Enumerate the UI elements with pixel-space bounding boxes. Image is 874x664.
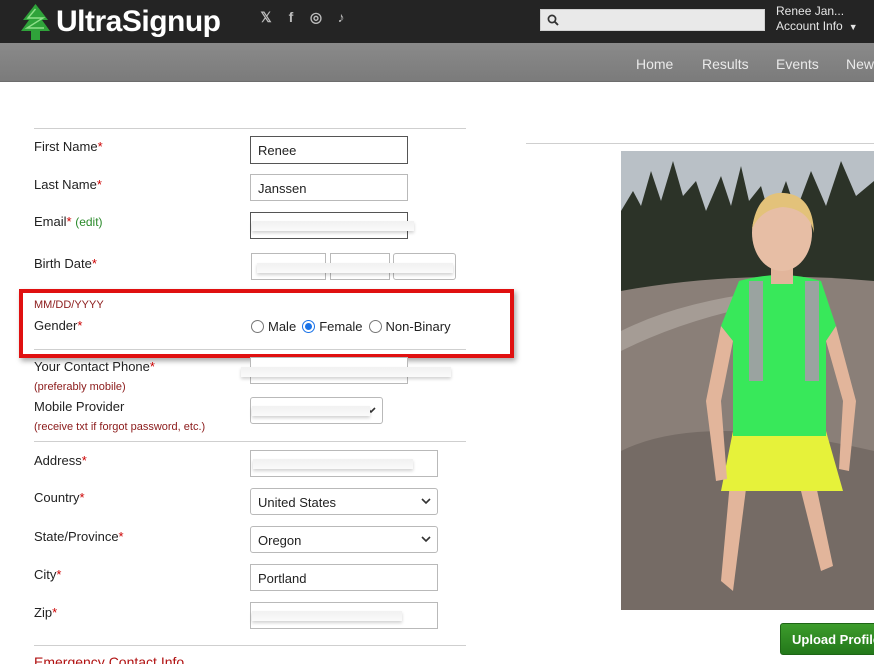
country-value: United States — [258, 495, 337, 510]
divider — [526, 143, 874, 144]
divider — [34, 645, 466, 646]
chevron-down-icon — [421, 498, 431, 505]
instagram-icon[interactable]: ◎ — [308, 9, 324, 26]
mobile-provider-label: Mobile Provider — [34, 399, 125, 414]
contact-phone-hint: (preferably mobile) — [34, 381, 126, 393]
twitter-icon[interactable]: 𝕏 — [258, 9, 274, 26]
redacted-address — [253, 459, 413, 469]
top-header: UltraSignup 𝕏 f ◎ ♪ Renee Jan... Account… — [0, 0, 874, 43]
social-links: 𝕏 f ◎ ♪ — [258, 9, 349, 26]
mobile-provider-hint: (receive txt if forgot password, etc.) — [34, 421, 206, 433]
account-name: Renee Jan... — [776, 4, 845, 18]
account-menu[interactable]: Renee Jan... Account Info ▼ — [776, 4, 858, 35]
city-label: City* — [34, 567, 62, 582]
gender-highlight-box — [19, 289, 514, 358]
first-name-input[interactable]: Renee — [250, 136, 408, 164]
upload-profile-button[interactable]: Upload Profile — [780, 623, 874, 655]
address-label: Address* — [34, 453, 87, 468]
nav-events[interactable]: Events — [776, 56, 819, 72]
state-value: Oregon — [258, 533, 302, 548]
redacted-birth-date — [257, 263, 453, 273]
nav-home[interactable]: Home — [636, 56, 673, 72]
main-nav: Home Results Events New — [0, 43, 874, 82]
profile-photo-image — [621, 151, 874, 610]
search-input[interactable] — [540, 9, 765, 31]
divider — [34, 441, 466, 442]
brand-name: UltraSignup — [56, 5, 221, 38]
last-name-input[interactable]: Janssen — [250, 174, 408, 201]
profile-photo — [621, 151, 874, 610]
redacted-email — [252, 221, 414, 231]
redacted-zip — [252, 611, 402, 621]
country-label: Country* — [34, 490, 85, 505]
account-info-label: Account Info — [776, 19, 843, 33]
ultrasignup-logo[interactable]: UltraSignup — [19, 0, 221, 43]
birth-date-label: Birth Date* — [34, 256, 97, 271]
chevron-down-icon: ▼ — [848, 22, 858, 32]
state-select[interactable]: Oregon — [250, 526, 438, 553]
email-edit-link[interactable]: (edit) — [75, 215, 102, 229]
emergency-contact-heading: Emergency Contact Info — [34, 654, 185, 664]
search-icon — [547, 14, 559, 26]
facebook-icon[interactable]: f — [283, 9, 299, 26]
contact-phone-label: Your Contact Phone* — [34, 359, 155, 374]
zip-label: Zip* — [34, 605, 58, 620]
redacted-provider — [252, 406, 370, 416]
divider — [34, 128, 466, 129]
first-name-label: First Name* — [34, 139, 103, 154]
nav-results[interactable]: Results — [702, 56, 749, 72]
tiktok-icon[interactable]: ♪ — [333, 9, 349, 26]
chevron-down-icon — [421, 536, 431, 543]
redacted-phone — [241, 367, 451, 377]
country-select[interactable]: United States — [250, 488, 438, 515]
last-name-label: Last Name* — [34, 177, 102, 192]
nav-new[interactable]: New — [846, 56, 874, 72]
tree-logo-icon — [21, 3, 50, 40]
state-label: State/Province* — [34, 529, 124, 544]
email-label: Email* (edit) — [34, 214, 103, 229]
city-input[interactable]: Portland — [250, 564, 438, 591]
